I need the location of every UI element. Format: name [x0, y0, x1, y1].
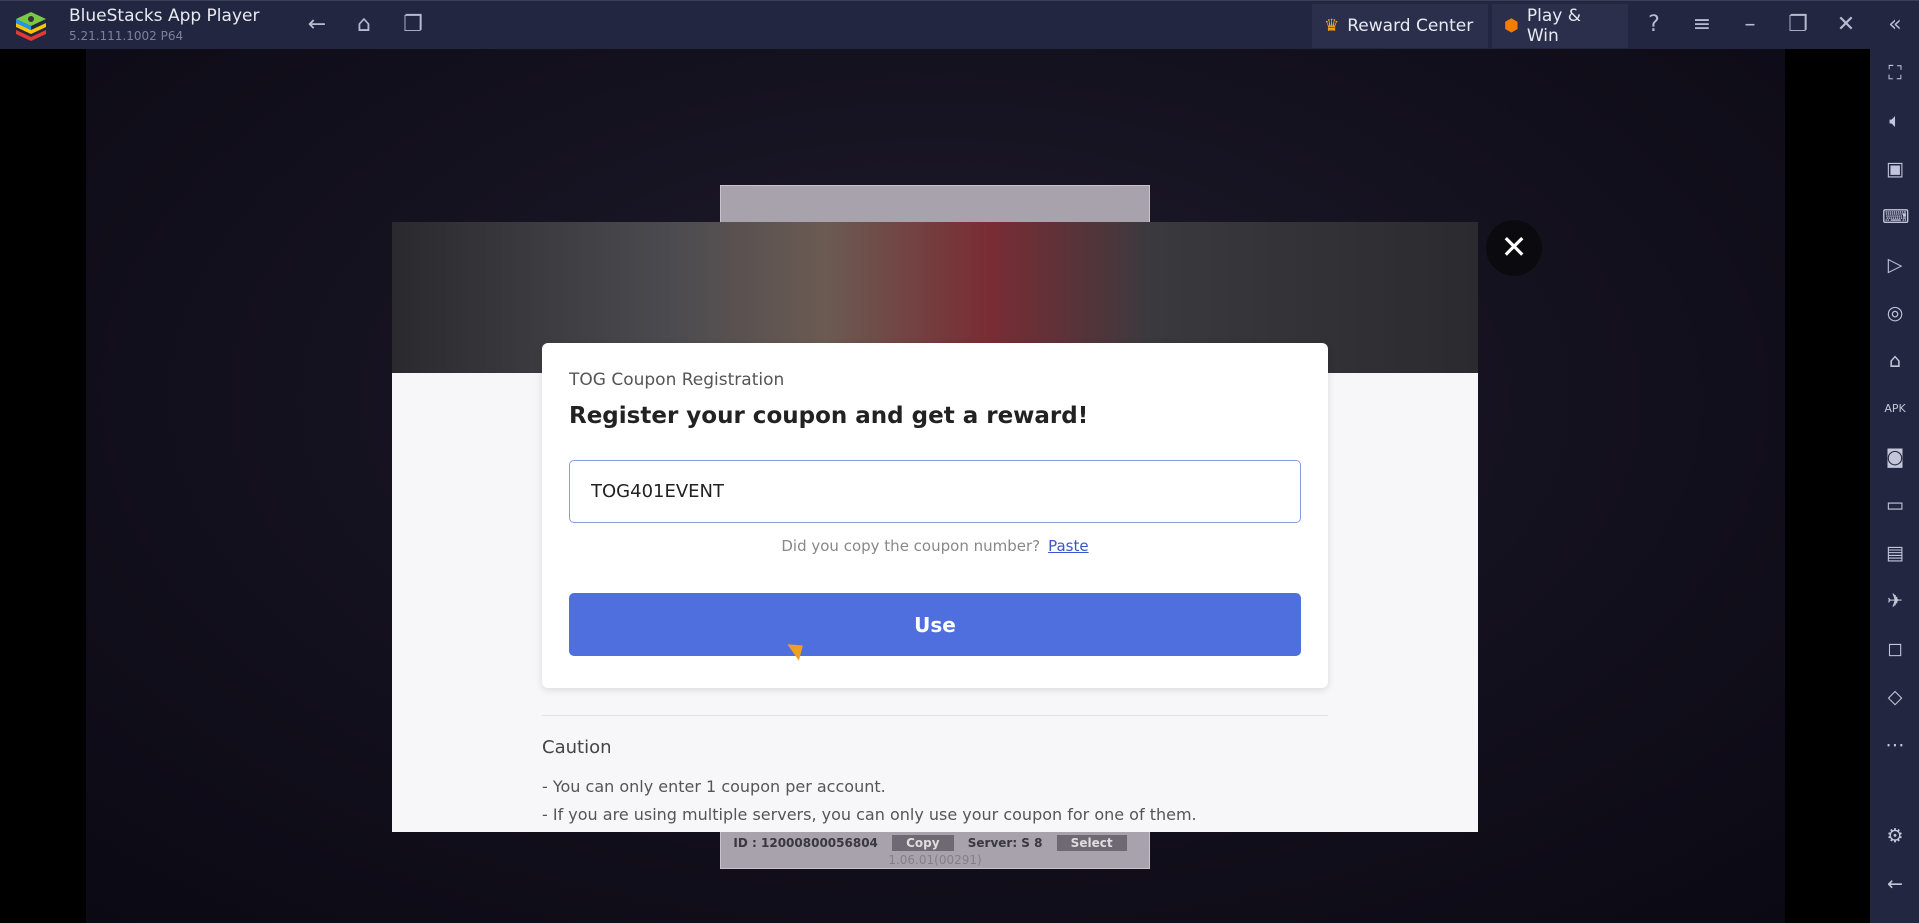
- paste-link[interactable]: Paste: [1048, 537, 1089, 555]
- back-icon[interactable]: ←: [303, 11, 331, 39]
- install-apk-icon[interactable]: APK: [1882, 396, 1908, 422]
- play-win-label: Play & Win: [1526, 6, 1581, 46]
- account-info: ID : 12000800056804 Copy Server: S 8 Sel…: [721, 835, 1149, 851]
- screenshot-icon[interactable]: ◙: [1882, 444, 1908, 470]
- back-icon[interactable]: ←: [1882, 871, 1908, 897]
- title-bar: BlueStacks App Player 5.21.111.1002 P64 …: [0, 0, 1919, 49]
- copy-button[interactable]: Copy: [892, 835, 954, 851]
- coupon-input[interactable]: [569, 460, 1301, 523]
- caution-item: - If you are using multiple servers, you…: [542, 805, 1197, 824]
- rotate-icon[interactable]: ◇: [1882, 684, 1908, 710]
- account-id: ID : 12000800056804: [733, 836, 878, 850]
- performance-icon[interactable]: ⌂: [1882, 348, 1908, 374]
- caution-item: - You can only enter 1 coupon per accoun…: [542, 777, 886, 796]
- home-icon[interactable]: ⌂: [350, 11, 378, 39]
- crown-icon: ♛: [1324, 16, 1340, 36]
- media-folder-icon[interactable]: ▤: [1882, 540, 1908, 566]
- right-sidebar: ⛶ 🔈︎ ▣ ⌨ ▷ ◎ ⌂ APK ◙ ▭ ▤ ✈ ◻ ◇ ⋯ ⚙ ←: [1870, 49, 1919, 923]
- letterbox-left: [0, 49, 86, 923]
- divider: [542, 715, 1328, 716]
- play-win-button[interactable]: ⬢ Play & Win: [1492, 4, 1628, 48]
- letterbox-right: [1785, 49, 1871, 923]
- collapse-sidebar-icon[interactable]: «: [1881, 11, 1909, 39]
- star-badge-icon: ⬢: [1504, 16, 1519, 36]
- multi-window-icon[interactable]: ◻: [1882, 636, 1908, 662]
- macro-icon[interactable]: ▷: [1882, 252, 1908, 278]
- app-version: 5.21.111.1002 P64: [69, 29, 184, 43]
- close-icon: ✕: [1500, 228, 1528, 266]
- bluestacks-logo: [16, 12, 46, 41]
- fullscreen-icon[interactable]: ⛶: [1882, 60, 1908, 86]
- restore-icon[interactable]: ❐: [1784, 11, 1812, 39]
- reward-center-button[interactable]: ♛ Reward Center: [1312, 4, 1488, 48]
- coupon-title: Register your coupon and get a reward!: [569, 403, 1089, 429]
- pointer-icon[interactable]: ▣: [1882, 156, 1908, 182]
- coupon-subtitle: TOG Coupon Registration: [569, 370, 785, 390]
- settings-icon[interactable]: ⚙: [1882, 823, 1908, 849]
- coupon-webview: TOG Coupon Registration Register your co…: [392, 222, 1478, 832]
- caution-title: Caution: [542, 737, 612, 758]
- record-icon[interactable]: ▭: [1882, 492, 1908, 518]
- help-icon[interactable]: ?: [1640, 11, 1668, 39]
- close-icon[interactable]: ✕: [1832, 11, 1860, 39]
- game-version: 1.06.01(00291): [888, 853, 982, 867]
- use-button[interactable]: Use: [569, 593, 1301, 656]
- coupon-card: TOG Coupon Registration Register your co…: [542, 343, 1328, 688]
- paste-prompt-text: Did you copy the coupon number?: [781, 537, 1041, 555]
- multi-instance-icon[interactable]: ❐: [399, 11, 427, 39]
- paste-prompt: Did you copy the coupon number? Paste: [542, 537, 1328, 555]
- close-webview-button[interactable]: ✕: [1486, 220, 1542, 276]
- reward-center-label: Reward Center: [1347, 16, 1474, 36]
- keyboard-icon[interactable]: ⌨: [1882, 204, 1909, 230]
- app-title: BlueStacks App Player: [69, 6, 260, 26]
- sync-icon[interactable]: ◎: [1882, 300, 1908, 326]
- server-label: Server: S 8: [967, 836, 1043, 850]
- airplane-mode-icon[interactable]: ✈: [1882, 588, 1908, 614]
- menu-icon[interactable]: ≡: [1688, 11, 1716, 39]
- minimize-icon[interactable]: –: [1736, 11, 1764, 39]
- more-icon[interactable]: ⋯: [1882, 732, 1908, 758]
- select-button[interactable]: Select: [1056, 835, 1127, 851]
- volume-icon[interactable]: 🔈︎: [1882, 108, 1908, 134]
